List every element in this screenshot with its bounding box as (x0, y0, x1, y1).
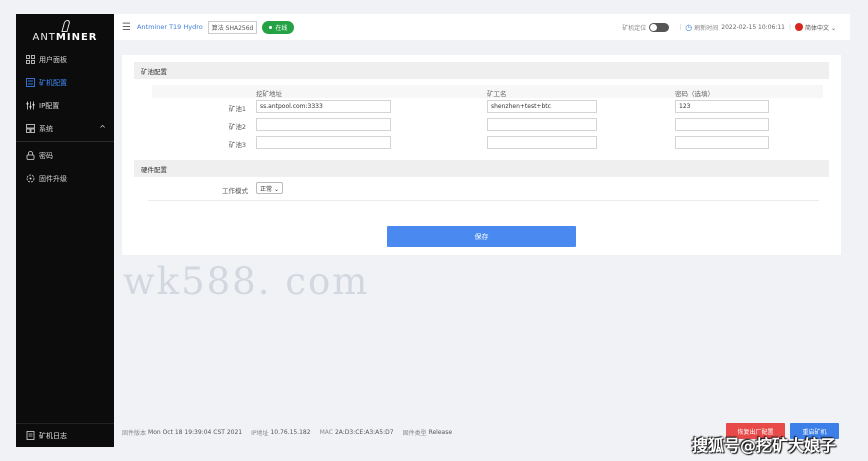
work-mode-label: 工作模式 (222, 187, 248, 195)
sidebar-item-label: IP配置 (39, 101, 60, 110)
chevron-up-icon: ^ (99, 124, 106, 133)
sidebar-item-miner-config[interactable]: 矿机配置 (16, 71, 114, 94)
refresh-time-label: 刷新时间 (694, 24, 719, 32)
sidebar-item-password[interactable]: 密码 (16, 144, 114, 167)
pool3-address-input[interactable] (256, 136, 391, 149)
sidebar-item-dashboard[interactable]: 用户面板 (16, 48, 114, 71)
section-title: 矿池配置 (134, 62, 829, 79)
sidebar: ANTMINER 用户面板 矿机配置 IP配置 系统 ^ 密码 固件升级 矿机日… (16, 14, 114, 447)
algorithm-badge: 算法 SHA256d (207, 20, 258, 34)
overlay-caption: 搜狐号@挖矿大娘子 (692, 436, 837, 455)
pool-table: 挖矿地址 矿工名 密码（选填） 矿池1 ss.antpool.com:3333 … (134, 79, 829, 156)
sidebar-item-system[interactable]: 系统 ^ (16, 117, 114, 140)
sidebar-item-label: 固件升级 (39, 174, 67, 183)
column-header-address: 挖矿地址 (256, 90, 282, 98)
firmware-version-value: Mon Oct 18 19:39:04 CST 2021 (148, 428, 243, 436)
antminer-logo-icon (59, 19, 71, 31)
logo-text: ANTMINER (32, 32, 98, 43)
pool3-worker-input[interactable] (487, 136, 597, 149)
divider (16, 141, 114, 142)
chevron-down-icon: ⌄ (830, 24, 836, 32)
ip-label: IP地址 (251, 429, 269, 437)
pool2-worker-input[interactable] (487, 118, 597, 131)
sidebar-item-firmware-upgrade[interactable]: 固件升级 (16, 167, 114, 190)
system-icon (25, 124, 35, 134)
antminer-logo: ANTMINER (16, 14, 114, 48)
sidebar-item-miner-log[interactable]: 矿机日志 (16, 423, 114, 447)
section-title: 硬件配置 (134, 160, 829, 177)
locate-label: 矿机定位 (622, 24, 647, 32)
menu-toggle-icon[interactable]: ☰ (122, 22, 131, 33)
table-row: 矿池3 (134, 134, 829, 152)
chevron-down-icon: ⌄ (273, 186, 279, 193)
dashboard-icon (25, 55, 35, 65)
pool-label: 矿池3 (228, 141, 246, 149)
table-header: 挖矿地址 矿工名 密码（选填） (152, 85, 823, 98)
ip-value: 10.76.15.182 (270, 428, 311, 436)
header: ☰ Antminer T19 Hydro 算法 SHA256d 在线 矿机定位 … (114, 14, 850, 40)
pool1-worker-input[interactable]: shenzhen+test+btc (487, 100, 597, 113)
pool2-password-input[interactable] (675, 118, 769, 131)
sliders-icon (25, 101, 35, 111)
divider: | (789, 23, 792, 31)
divider: | (679, 23, 682, 31)
locate-toggle[interactable] (649, 22, 670, 32)
clock-icon: ◷ (685, 22, 693, 32)
sidebar-item-label: 系统 (39, 124, 53, 133)
table-row: 矿池1 ss.antpool.com:3333 shenzhen+test+bt… (134, 98, 829, 116)
lock-icon (25, 151, 35, 161)
sidebar-item-label: 用户面板 (39, 55, 67, 64)
status-badge: 在线 (262, 20, 295, 34)
sidebar-footer-label: 矿机日志 (39, 431, 67, 440)
watermark: wk588. com (123, 260, 370, 303)
work-mode-select[interactable]: 正常 ⌄ (256, 182, 283, 194)
sidebar-item-label: 密码 (39, 151, 53, 160)
status-label: 在线 (275, 24, 288, 32)
status-dot-icon (269, 25, 273, 29)
save-button[interactable]: 保存 (387, 226, 576, 247)
header-right: 矿机定位 | ◷ 刷新时间 2022-02-15 10:06:11 | 简体中文… (622, 14, 836, 40)
column-header-worker: 矿工名 (487, 90, 507, 98)
mac-label: MAC (319, 428, 333, 436)
firmware-type-label: 固件类型 (402, 429, 427, 437)
hardware-config-section: 硬件配置 工作模式 正常 ⌄ (122, 156, 841, 201)
table-row: 矿池2 (134, 116, 829, 134)
work-mode-row: 工作模式 正常 ⌄ (148, 177, 819, 201)
refresh-time-value: 2022-02-15 10:06:11 (721, 23, 785, 31)
pool1-address-input[interactable]: ss.antpool.com:3333 (256, 100, 391, 113)
firmware-type-value: Release (428, 428, 453, 436)
language-select[interactable]: 简体中文 ⌄ (805, 23, 836, 32)
main-content: 矿池配置 挖矿地址 矿工名 密码（选填） 矿池1 ss.antpool.com:… (122, 55, 841, 255)
pool2-address-input[interactable] (256, 118, 391, 131)
pool3-password-input[interactable] (675, 136, 769, 149)
miner-model: Antminer T19 Hydro (136, 23, 203, 31)
firmware-version-label: 固件版本 (122, 429, 147, 437)
pool-label: 矿池1 (228, 105, 246, 113)
config-icon (25, 78, 35, 88)
china-flag-icon (795, 23, 804, 31)
upgrade-icon (25, 174, 35, 184)
log-icon (25, 431, 35, 441)
pool-label: 矿池2 (228, 123, 246, 131)
sidebar-item-label: 矿机配置 (39, 78, 67, 87)
pool-config-section: 矿池配置 挖矿地址 矿工名 密码（选填） 矿池1 ss.antpool.com:… (122, 55, 841, 156)
mac-value: 2A:D3:CE:A3:A5:D7 (334, 428, 394, 436)
column-header-password: 密码（选填） (675, 90, 714, 98)
pool1-password-input[interactable]: 123 (675, 100, 769, 113)
sidebar-item-ip-config[interactable]: IP配置 (16, 94, 114, 117)
